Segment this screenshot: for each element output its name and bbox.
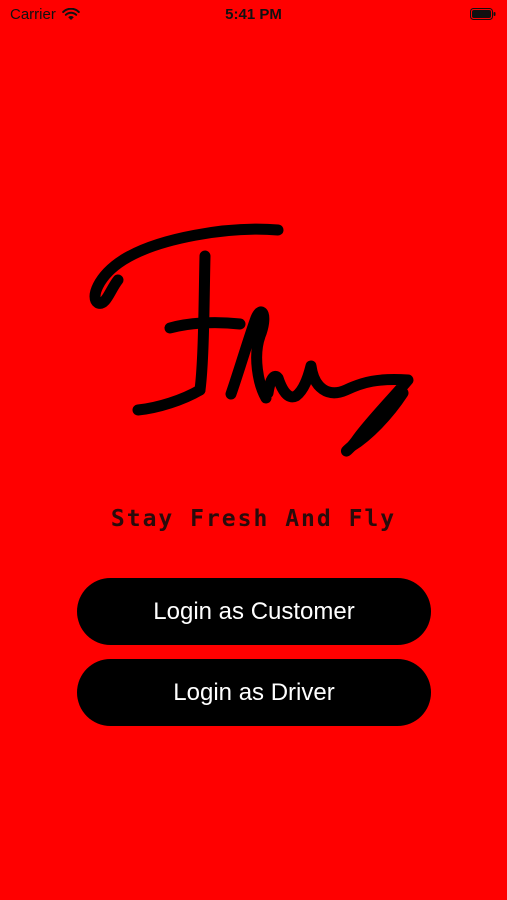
login-customer-label: Login as Customer [153, 597, 355, 625]
app-logo [89, 223, 414, 457]
status-bar: Carrier 5:41 PM [0, 0, 507, 30]
login-driver-label: Login as Driver [173, 678, 335, 706]
battery-icon [470, 8, 496, 20]
login-customer-button[interactable]: Login as Customer [77, 578, 431, 645]
login-driver-button[interactable]: Login as Driver [77, 659, 431, 726]
tagline: Stay Fresh And Fly [110, 506, 397, 532]
status-time: 5:41 PM [225, 6, 282, 23]
